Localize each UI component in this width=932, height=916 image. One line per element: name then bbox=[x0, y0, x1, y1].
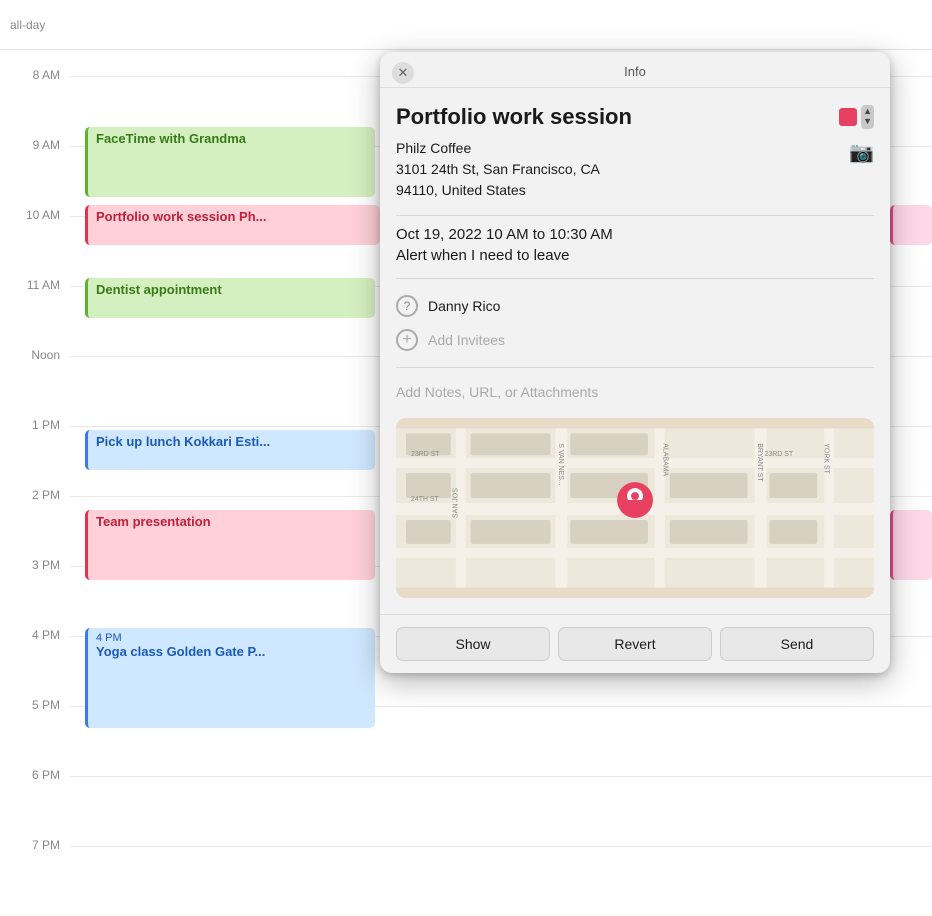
time-label: 9 AM bbox=[0, 138, 70, 152]
svg-text:ALABAMA: ALABAMA bbox=[661, 443, 668, 476]
video-icon[interactable]: 📷 bbox=[849, 140, 874, 165]
time-label: 5 PM bbox=[0, 698, 70, 712]
color-dot[interactable] bbox=[839, 108, 857, 126]
popup-body: Portfolio work session ▲ ▼ Philz Coffee … bbox=[380, 88, 890, 614]
add-invitees-row[interactable]: + Add Invitees bbox=[396, 323, 874, 357]
event-main-title: Portfolio work session bbox=[396, 104, 632, 130]
time-slot: 6 PM bbox=[0, 768, 932, 782]
svg-text:SAN JOS: SAN JOS bbox=[453, 488, 460, 518]
svg-text:YORK ST: YORK ST bbox=[823, 443, 830, 474]
alert-text: Alert when I need to leave bbox=[396, 247, 874, 264]
info-popup: ✕ Info Portfolio work session ▲ ▼ Philz … bbox=[380, 52, 890, 673]
send-button[interactable]: Send bbox=[720, 627, 874, 661]
time-label: 7 PM bbox=[0, 838, 70, 852]
time-label: 10 AM bbox=[0, 208, 70, 222]
time-slot: 7 PM bbox=[0, 838, 932, 852]
divider-2 bbox=[396, 278, 874, 279]
close-icon: ✕ bbox=[398, 65, 409, 81]
invitee-name: Danny Rico bbox=[428, 298, 500, 314]
location-address: 3101 24th St, San Francisco, CA bbox=[396, 159, 600, 180]
add-invitees-label: Add Invitees bbox=[428, 332, 505, 348]
svg-text:23RD ST: 23RD ST bbox=[411, 451, 440, 458]
location-city: 94110, United States bbox=[396, 180, 600, 201]
event-right1[interactable] bbox=[890, 205, 932, 245]
popup-footer: Show Revert Send bbox=[380, 614, 890, 673]
time-label: 1 PM bbox=[0, 418, 70, 432]
allday-row: all-day bbox=[0, 0, 932, 50]
allday-label: all-day bbox=[10, 18, 45, 32]
event-portfolio[interactable]: Portfolio work session Ph... bbox=[85, 205, 380, 245]
invitee-icon: ? bbox=[396, 295, 418, 317]
title-controls: ▲ ▼ bbox=[839, 105, 874, 129]
popup-header-title: Info bbox=[624, 64, 646, 79]
notes-placeholder[interactable]: Add Notes, URL, or Attachments bbox=[396, 378, 874, 406]
time-label: 6 PM bbox=[0, 768, 70, 782]
popup-header: ✕ Info bbox=[380, 52, 890, 88]
time-label: 11 AM bbox=[0, 278, 70, 292]
location-name: Philz Coffee bbox=[396, 138, 600, 159]
time-label: 2 PM bbox=[0, 488, 70, 502]
time-label: 3 PM bbox=[0, 558, 70, 572]
divider-3 bbox=[396, 367, 874, 368]
svg-text:BRYANT ST: BRYANT ST bbox=[756, 443, 763, 482]
time-label: Noon bbox=[0, 348, 70, 362]
event-pickup[interactable]: Pick up lunch Kokkari Esti... bbox=[85, 430, 375, 470]
svg-text:24TH ST: 24TH ST bbox=[411, 496, 440, 503]
time-label: 8 AM bbox=[0, 68, 70, 82]
map-container[interactable]: 23RD ST 24TH ST S VAN NES... ALABAMA BRY… bbox=[396, 418, 874, 598]
time-line bbox=[70, 846, 932, 847]
close-button[interactable]: ✕ bbox=[392, 62, 414, 84]
location-text: Philz Coffee 3101 24th St, San Francisco… bbox=[396, 138, 600, 201]
event-right2[interactable] bbox=[890, 510, 932, 580]
datetime-text: Oct 19, 2022 10 AM to 10:30 AM bbox=[396, 226, 874, 243]
time-label: 4 PM bbox=[0, 628, 70, 642]
time-line bbox=[70, 776, 932, 777]
event-team[interactable]: Team presentation bbox=[85, 510, 375, 580]
add-invitees-icon: + bbox=[396, 329, 418, 351]
event-title-row: Portfolio work session ▲ ▼ bbox=[396, 104, 874, 130]
event-yoga[interactable]: 4 PMYoga class Golden Gate P... bbox=[85, 628, 375, 728]
svg-text:23RD ST: 23RD ST bbox=[764, 451, 793, 458]
event-facetime[interactable]: FaceTime with Grandma bbox=[85, 127, 375, 197]
show-button[interactable]: Show bbox=[396, 627, 550, 661]
map-svg: 23RD ST 24TH ST S VAN NES... ALABAMA BRY… bbox=[396, 418, 874, 598]
location-row: Philz Coffee 3101 24th St, San Francisco… bbox=[396, 138, 874, 201]
svg-text:S VAN NES...: S VAN NES... bbox=[557, 443, 564, 486]
revert-button[interactable]: Revert bbox=[558, 627, 712, 661]
invitee-row: ? Danny Rico bbox=[396, 289, 874, 323]
divider-1 bbox=[396, 215, 874, 216]
event-dentist[interactable]: Dentist appointment bbox=[85, 278, 375, 318]
stepper-button[interactable]: ▲ ▼ bbox=[861, 105, 874, 129]
